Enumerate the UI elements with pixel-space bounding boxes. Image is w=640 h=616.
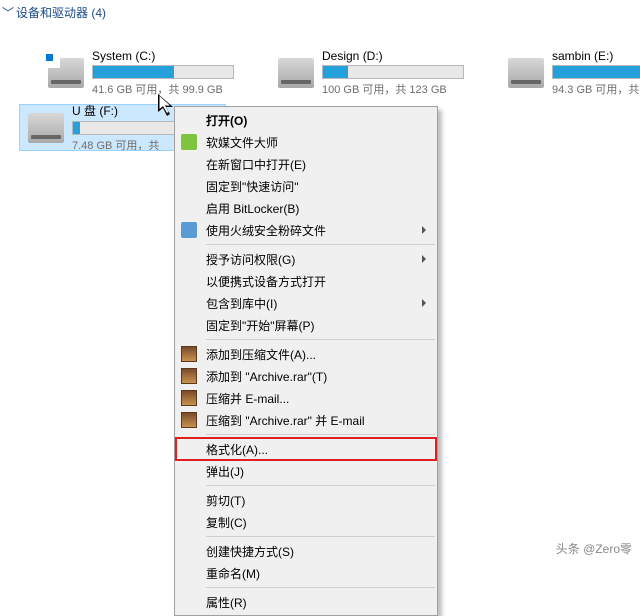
drive-status: 100 GB 可用，共 123 GB	[322, 81, 475, 97]
menu-item-label: 压缩并 E-mail...	[206, 390, 289, 407]
menu-item-label: 复制(C)	[206, 514, 247, 531]
menu-item-label: 创建快捷方式(S)	[206, 543, 294, 560]
submenu-arrow-icon	[422, 226, 430, 234]
menu-separator	[206, 485, 435, 486]
menu-item-label: 在新窗口中打开(E)	[206, 156, 306, 173]
menu-item-label: 启用 BitLocker(B)	[206, 200, 299, 217]
menu-item[interactable]: 属性(R)	[176, 591, 436, 613]
rar-icon	[181, 412, 197, 428]
drive-icon	[48, 58, 84, 88]
drive-status: 41.6 GB 可用，共 99.9 GB	[92, 81, 245, 97]
menu-item-label: 格式化(A)...	[206, 441, 268, 458]
menu-item-label: 固定到"快速访问"	[206, 178, 299, 195]
menu-item[interactable]: 使用火绒安全粉碎文件	[176, 219, 436, 241]
menu-item[interactable]: 固定到"快速访问"	[176, 175, 436, 197]
menu-item-label: 重命名(M)	[206, 565, 260, 582]
drive-icon	[28, 113, 64, 143]
menu-item[interactable]: 包含到库中(I)	[176, 292, 436, 314]
menu-item-label: 属性(R)	[206, 594, 247, 611]
rar-icon	[181, 390, 197, 406]
menu-separator	[206, 587, 435, 588]
menu-item[interactable]: 弹出(J)	[176, 460, 436, 482]
menu-item[interactable]: 添加到 "Archive.rar"(T)	[176, 365, 436, 387]
drive-capacity-bar	[322, 65, 464, 79]
drive-info: System (C:) 41.6 GB 可用，共 99.9 GB	[92, 49, 245, 97]
menu-item-label: 打开(O)	[206, 112, 247, 129]
menu-item-label: 添加到压缩文件(A)...	[206, 346, 316, 363]
menu-item[interactable]: 剪切(T)	[176, 489, 436, 511]
menu-item-label: 软媒文件大师	[206, 134, 278, 151]
menu-item[interactable]: 在新窗口中打开(E)	[176, 153, 436, 175]
drive-system-c-[interactable]: System (C:) 41.6 GB 可用，共 99.9 GB	[40, 50, 245, 95]
menu-item[interactable]: 启用 BitLocker(B)	[176, 197, 436, 219]
menu-item[interactable]: 固定到"开始"屏幕(P)	[176, 314, 436, 336]
menu-item[interactable]: 复制(C)	[176, 511, 436, 533]
rar-icon	[181, 346, 197, 362]
menu-item-label: 压缩到 "Archive.rar" 并 E-mail	[206, 412, 365, 429]
menu-item[interactable]: 格式化(A)...	[176, 438, 436, 460]
shred-icon	[181, 222, 197, 238]
menu-item-label: 剪切(T)	[206, 492, 245, 509]
drive-icon	[278, 58, 314, 88]
menu-item[interactable]: 授予访问权限(G)	[176, 248, 436, 270]
drive-icon	[508, 58, 544, 88]
submenu-arrow-icon	[422, 299, 430, 307]
context-menu: 打开(O) 软媒文件大师在新窗口中打开(E) 固定到"快速访问" 启用 BitLock…	[174, 106, 438, 616]
drive-status: 94.3 GB 可用，共 465 GB	[552, 81, 640, 97]
drive-info: sambin (E:) 94.3 GB 可用，共 465 GB	[552, 49, 640, 97]
menu-item-label: 添加到 "Archive.rar"(T)	[206, 368, 327, 385]
drive-sambin-e-[interactable]: sambin (E:) 94.3 GB 可用，共 465 GB	[500, 50, 640, 95]
menu-item[interactable]: 重命名(M)	[176, 562, 436, 584]
drive-name: Design (D:)	[322, 49, 475, 63]
section-title: 设备和驱动器 (4)	[16, 4, 106, 21]
menu-item[interactable]: 创建快捷方式(S)	[176, 540, 436, 562]
drive-capacity-bar	[92, 65, 234, 79]
menu-item-label: 固定到"开始"屏幕(P)	[206, 317, 315, 334]
menu-item[interactable]: 添加到压缩文件(A)...	[176, 343, 436, 365]
menu-separator	[206, 434, 435, 435]
watermark: 头条 @Zero零	[556, 540, 632, 557]
menu-item-label: 以便携式设备方式打开	[206, 273, 326, 290]
chevron-down-icon: ﹀	[2, 4, 14, 21]
drive-design-d-[interactable]: Design (D:) 100 GB 可用，共 123 GB	[270, 50, 475, 95]
menu-item-label: 包含到库中(I)	[206, 295, 277, 312]
menu-separator	[206, 244, 435, 245]
soft-icon	[181, 134, 197, 150]
menu-item-label: 授予访问权限(G)	[206, 251, 295, 268]
menu-item[interactable]: 打开(O)	[176, 109, 436, 131]
submenu-arrow-icon	[422, 255, 430, 263]
drive-name: System (C:)	[92, 49, 245, 63]
section-header[interactable]: ﹀ 设备和驱动器 (4)	[0, 0, 640, 25]
rar-icon	[181, 368, 197, 384]
menu-item[interactable]: 软媒文件大师	[176, 131, 436, 153]
menu-item[interactable]: 以便携式设备方式打开	[176, 270, 436, 292]
menu-separator	[206, 536, 435, 537]
drive-capacity-bar	[552, 65, 640, 79]
menu-item-label: 使用火绒安全粉碎文件	[206, 222, 326, 239]
menu-separator	[206, 339, 435, 340]
menu-item-label: 弹出(J)	[206, 463, 244, 480]
drive-name: sambin (E:)	[552, 49, 640, 63]
drive-info: Design (D:) 100 GB 可用，共 123 GB	[322, 49, 475, 97]
menu-item[interactable]: 压缩到 "Archive.rar" 并 E-mail	[176, 409, 436, 431]
menu-item[interactable]: 压缩并 E-mail...	[176, 387, 436, 409]
